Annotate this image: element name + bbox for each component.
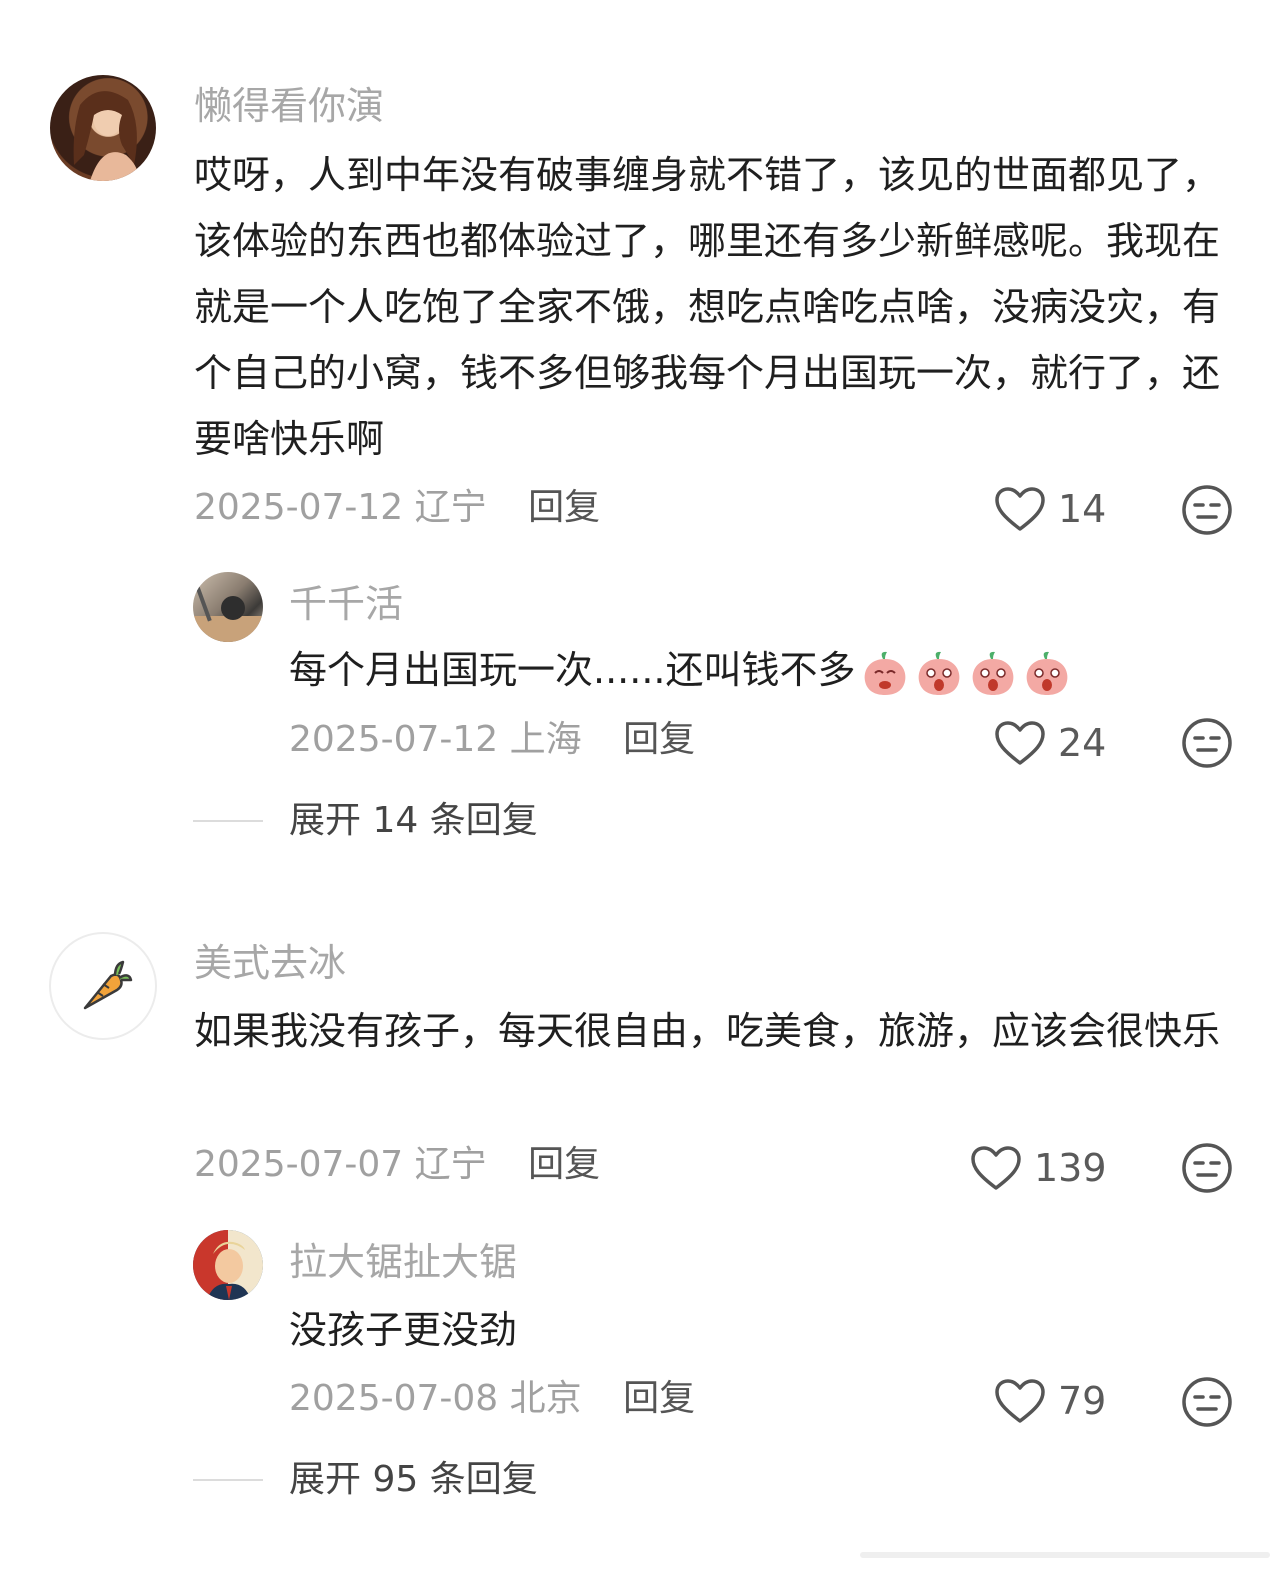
reply-avatar[interactable] [193, 572, 263, 642]
dislike-button[interactable] [1181, 1142, 1233, 1198]
comment-username[interactable]: 美式去冰 [194, 941, 346, 985]
comment-text: 如果我没有孩子，每天很自由，吃美食，旅游，应该会很快乐 [194, 1009, 1221, 1053]
avatar[interactable] [49, 932, 157, 1040]
reply-text: 没孩子更没劲 [289, 1308, 518, 1352]
dislike-button[interactable] [1181, 484, 1233, 540]
reply-username[interactable]: 千千活 [289, 582, 403, 626]
reply-date: 2025-07-08 [289, 1378, 499, 1419]
expand-replies-label: 展开 14 条回复 [289, 800, 538, 841]
heart-outline-icon [995, 721, 1045, 765]
like-count: 79 [1058, 1379, 1107, 1423]
emoji-group [861, 649, 1077, 697]
reply-date: 2025-07-12 [289, 719, 499, 760]
like-count: 139 [1034, 1146, 1107, 1190]
reply-avatar[interactable] [193, 1230, 263, 1300]
scrollbar[interactable] [860, 1552, 1270, 1558]
reply-button[interactable]: 回复 [528, 1144, 600, 1185]
expand-replies-label: 展开 95 条回复 [289, 1459, 538, 1500]
heart-outline-icon [995, 1379, 1045, 1423]
peach-face-emoji [919, 651, 960, 695]
like-count: 24 [1058, 721, 1107, 765]
reply-username[interactable]: 拉大锯扯大锯 [289, 1240, 517, 1284]
reply-meta: 2025-07-12 上海 回复 [289, 718, 695, 762]
divider [193, 1479, 263, 1481]
like-button[interactable]: 139 [970, 1145, 1107, 1191]
reply-meta: 2025-07-08 北京 回复 [289, 1377, 695, 1421]
heart-outline-icon [971, 1146, 1021, 1190]
comment-date: 2025-07-12 [194, 487, 404, 528]
like-button[interactable]: 24 [994, 720, 1106, 766]
avatar-portrait-icon [193, 1230, 263, 1300]
neutral-face-icon [1182, 1143, 1232, 1193]
avatar-photo-icon [193, 582, 263, 642]
avatar-portrait-icon [73, 91, 139, 181]
expand-replies-button[interactable]: 展开 95 条回复 [193, 1458, 538, 1502]
reply-location: 北京 [509, 1378, 582, 1419]
dislike-button[interactable] [1181, 1376, 1233, 1432]
reply-button[interactable]: 回复 [623, 719, 695, 760]
carrot-icon [83, 960, 133, 1010]
comment-location: 辽宁 [414, 1144, 487, 1185]
dislike-button[interactable] [1181, 717, 1233, 773]
reply-button[interactable]: 回复 [528, 487, 600, 528]
comment-location: 辽宁 [414, 487, 487, 528]
peach-face-emoji [973, 651, 1014, 695]
neutral-face-icon [1182, 485, 1232, 535]
heart-outline-icon [995, 487, 1045, 531]
peach-face-emoji [865, 651, 906, 695]
reply-button[interactable]: 回复 [623, 1378, 695, 1419]
expand-replies-button[interactable]: 展开 14 条回复 [193, 799, 538, 843]
like-button[interactable]: 14 [994, 486, 1106, 532]
peach-face-emoji [1027, 651, 1068, 695]
avatar[interactable] [50, 75, 156, 181]
divider [193, 820, 263, 822]
reply-text-row: 每个月出国玩一次......还叫钱不多 [289, 637, 1189, 703]
like-button[interactable]: 79 [994, 1378, 1106, 1424]
reply-text: 每个月出国玩一次......还叫钱不多 [289, 648, 856, 692]
comment-date: 2025-07-07 [194, 1144, 404, 1185]
comment-meta: 2025-07-07 辽宁 回复 [194, 1143, 600, 1187]
reply-location: 上海 [509, 719, 582, 760]
neutral-face-icon [1182, 1377, 1232, 1427]
like-count: 14 [1058, 487, 1107, 531]
comment-meta: 2025-07-12 辽宁 回复 [194, 486, 600, 530]
comment-text: 哎呀，人到中年没有破事缠身就不错了，该见的世面都见了，该体验的东西也都体验过了，… [194, 153, 1221, 461]
comment-username[interactable]: 懒得看你演 [194, 84, 384, 128]
neutral-face-icon [1182, 718, 1232, 768]
